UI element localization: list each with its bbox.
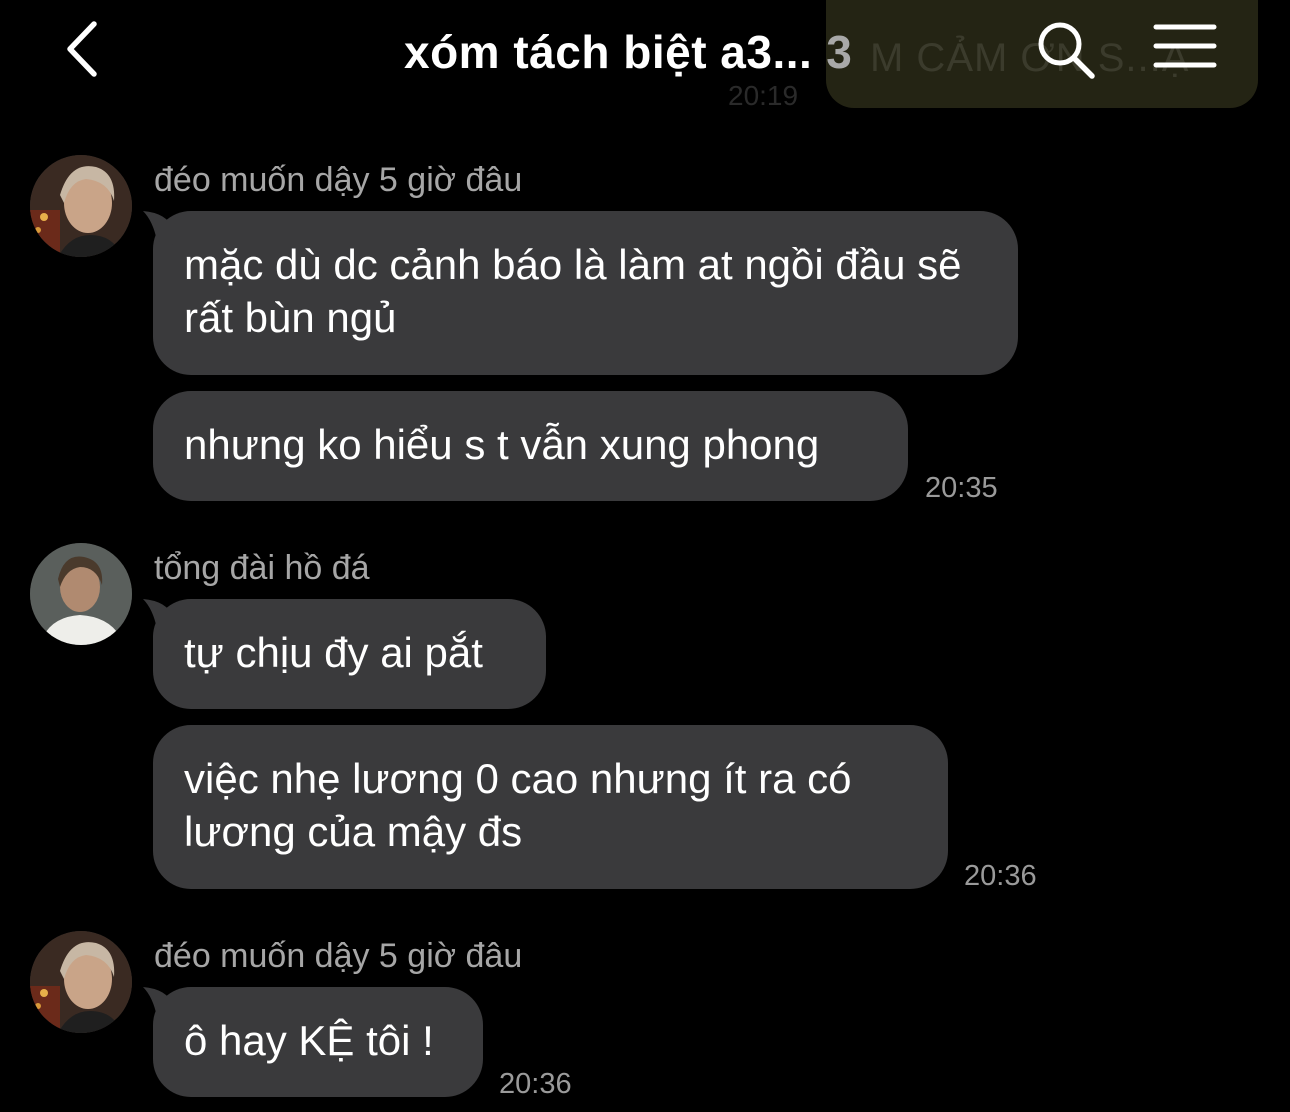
back-button[interactable] — [58, 20, 118, 80]
message-text: việc nhẹ lương 0 cao nhưng ít ra có lươn… — [184, 755, 852, 855]
chat-title-area[interactable]: xóm tách biệt a3... 3 — [404, 22, 852, 82]
message-timestamp: 20:36 — [964, 860, 1037, 892]
hamburger-menu-icon — [1153, 24, 1217, 68]
avatar-person-1 — [30, 931, 132, 1033]
avatar[interactable] — [30, 543, 132, 645]
search-button[interactable] — [1034, 18, 1098, 82]
chat-title: xóm tách biệt a3... — [404, 26, 813, 78]
avatar-person-2 — [30, 543, 132, 645]
message-timestamp: 20:35 — [925, 472, 998, 504]
message-bubble[interactable]: việc nhẹ lương 0 cao nhưng ít ra có lươn… — [153, 725, 948, 889]
member-count: 3 — [826, 26, 852, 78]
chat-header: xóm tách biệt a3... 3 — [0, 0, 1290, 110]
message-text: nhưng ko hiểu s t vẫn xung phong — [184, 421, 820, 468]
bubble-tail — [143, 599, 183, 635]
bubble-tail — [143, 987, 183, 1023]
message-bubble[interactable]: ô hay KỆ tôi ! — [143, 987, 483, 1097]
message-text: tự chịu đy ai pắt — [184, 629, 483, 676]
message-text: mặc dù dc cảnh báo là làm at ngồi đầu sẽ… — [184, 241, 962, 341]
sender-name: đéo muốn dậy 5 giờ đâu — [154, 161, 523, 199]
message-bubble[interactable]: mặc dù dc cảnh báo là làm at ngồi đầu sẽ… — [143, 211, 1018, 375]
chevron-left-icon — [67, 21, 97, 77]
message-text: ô hay KỆ tôi ! — [184, 1017, 434, 1064]
menu-button[interactable] — [1152, 22, 1218, 72]
search-icon — [1038, 22, 1095, 79]
sender-name: đéo muốn dậy 5 giờ đâu — [154, 937, 523, 975]
sender-name: tổng đài hồ đá — [154, 549, 370, 587]
message-bubble[interactable]: tự chịu đy ai pắt — [143, 599, 546, 709]
avatar[interactable] — [30, 931, 132, 1033]
message-bubble[interactable]: nhưng ko hiểu s t vẫn xung phong — [153, 391, 908, 501]
message-timestamp: 20:36 — [499, 1068, 572, 1100]
avatar[interactable] — [30, 155, 132, 257]
avatar-person-1 — [30, 155, 132, 257]
bubble-tail — [143, 211, 183, 247]
